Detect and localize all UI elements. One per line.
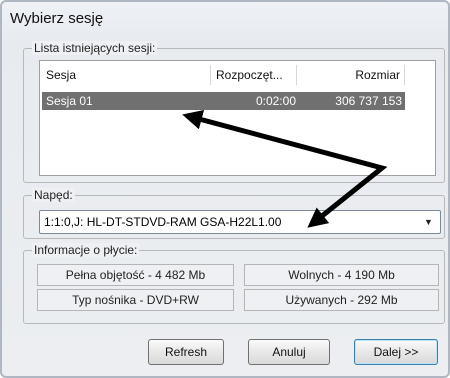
drive-select-value: 1:1:0,J: HL-DT-STDVD-RAM GSA-H22L1.00 (44, 215, 282, 229)
column-separator (404, 65, 405, 85)
media-type-box: Typ nośnika - DVD+RW (37, 289, 234, 311)
sessions-group-legend: Lista istniejących sesji: (32, 41, 158, 55)
column-header-session[interactable]: Sesja (46, 61, 76, 89)
column-separator (296, 65, 297, 85)
cancel-button[interactable]: Anuluj (248, 339, 330, 365)
sessions-list-header: Sesja Rozpoczęt... Rozmiar (40, 61, 435, 89)
session-start-cell: 0:02:00 (255, 94, 296, 108)
dialog-title: Wybierz sesję (10, 10, 104, 27)
refresh-button[interactable]: Refresh (148, 339, 224, 365)
sessions-list[interactable]: Sesja Rozpoczęt... Rozmiar Sesja 01 0:02… (39, 60, 436, 176)
column-header-size[interactable]: Rozmiar (302, 61, 400, 89)
session-row-selected[interactable]: Sesja 01 0:02:00 306 737 153 (42, 92, 405, 110)
chevron-down-icon[interactable]: ▼ (420, 212, 437, 231)
column-header-started[interactable]: Rozpoczęt... (216, 61, 283, 89)
select-session-dialog: Wybierz sesję Lista istniejących sesji: … (0, 0, 450, 378)
disc-info-group: Informacje o płycie: (23, 243, 445, 324)
disc-info-group-legend: Informacje o płycie: (32, 243, 140, 257)
used-space-box: Używanych - 292 Mb (244, 289, 439, 311)
next-button[interactable]: Dalej >> (354, 339, 438, 365)
drive-select[interactable]: 1:1:0,J: HL-DT-STDVD-RAM GSA-H22L1.00 ▼ (39, 210, 441, 234)
total-capacity-box: Pełna objętość - 4 482 Mb (37, 264, 234, 286)
session-name-cell: Sesja 01 (46, 94, 93, 108)
free-space-box: Wolnych - 4 190 Mb (244, 264, 439, 286)
session-size-cell: 306 737 153 (335, 94, 402, 108)
column-separator (210, 65, 211, 85)
drive-group-legend: Napęd: (32, 188, 75, 202)
